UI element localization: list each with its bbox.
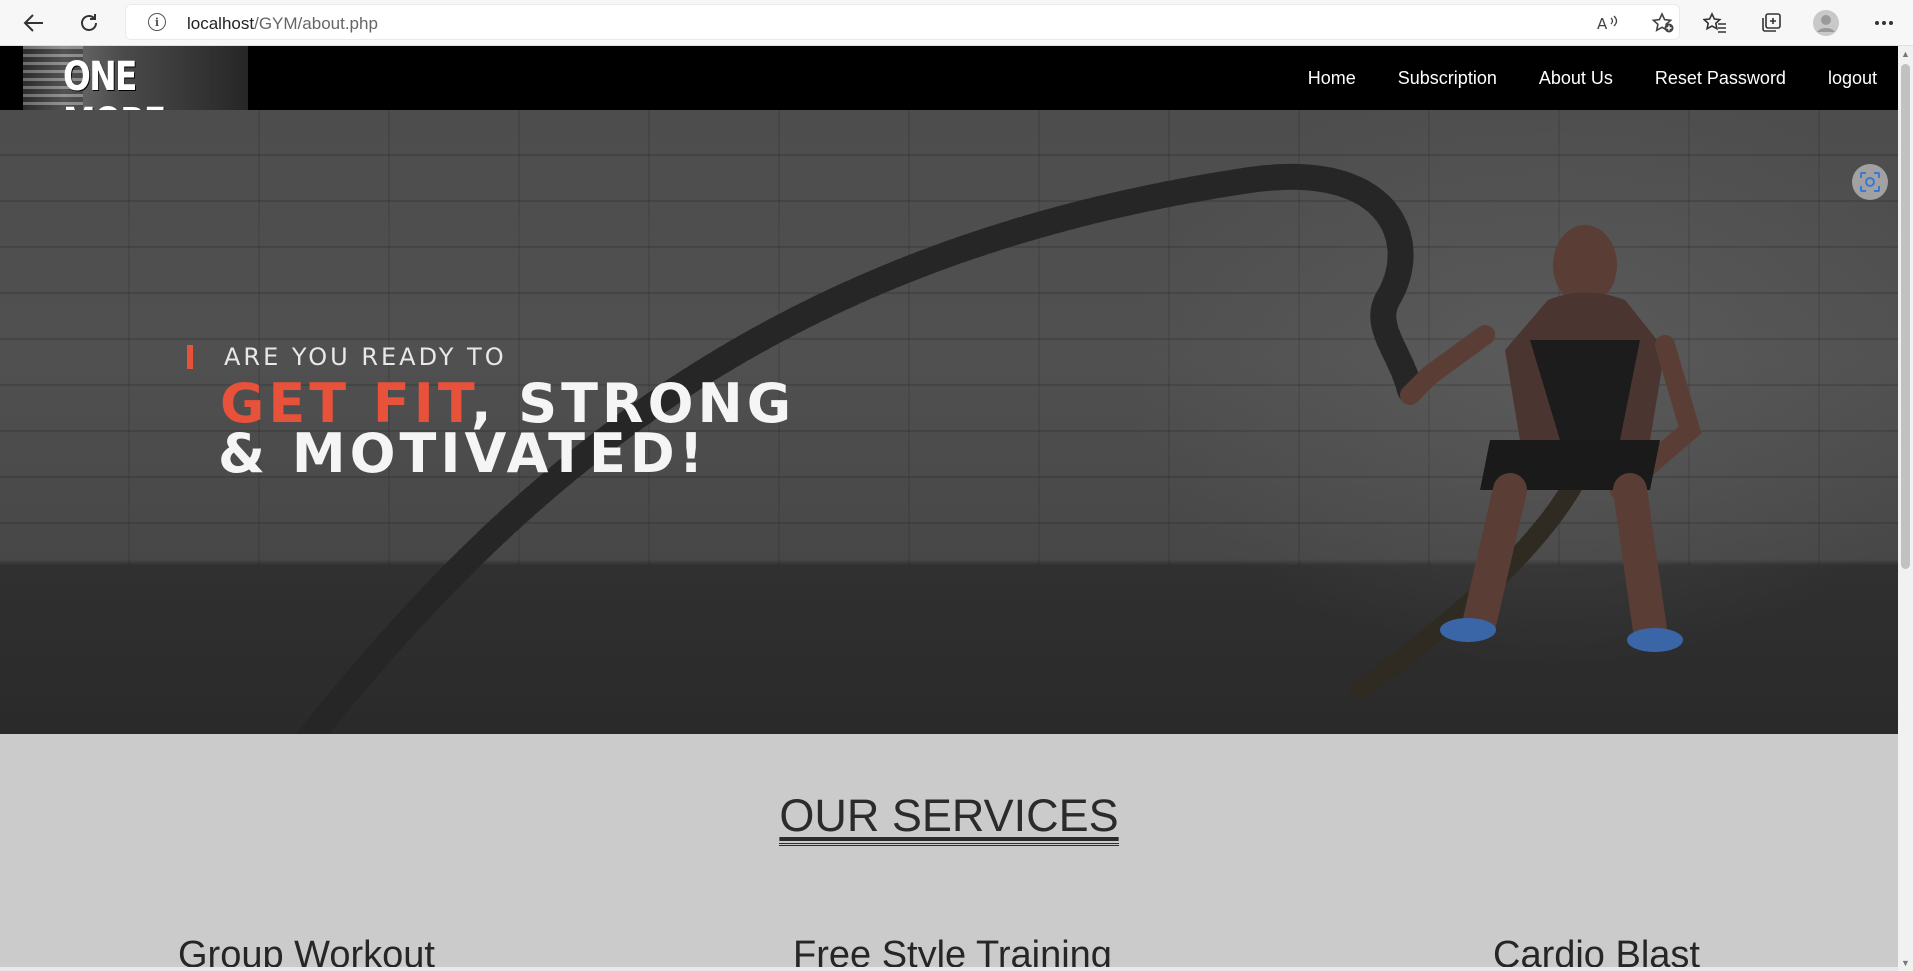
- horizontal-scroll-track: [0, 967, 1898, 971]
- back-icon[interactable]: [18, 8, 50, 38]
- service-group-workout: Group Workout: [178, 934, 435, 971]
- nav-about-us[interactable]: About Us: [1539, 68, 1613, 89]
- more-icon[interactable]: [1868, 8, 1900, 38]
- favorites-icon[interactable]: [1699, 8, 1731, 38]
- svg-text:A: A: [1597, 15, 1608, 32]
- address-bar[interactable]: i localhost/GYM/about.php A: [125, 4, 1680, 40]
- page-viewport: ONE MORE Home Subscription About Us Rese…: [0, 46, 1898, 971]
- add-favorite-icon[interactable]: [1651, 12, 1675, 34]
- scrollbar-thumb[interactable]: [1901, 64, 1910, 569]
- hero-accent-bar: [187, 345, 193, 369]
- scroll-up-icon[interactable]: ▲: [1900, 48, 1911, 60]
- browser-toolbar: i localhost/GYM/about.php A: [0, 0, 1913, 46]
- read-aloud-icon[interactable]: A: [1596, 12, 1620, 34]
- vertical-scrollbar[interactable]: ▲ ▼: [1898, 46, 1913, 971]
- collections-icon[interactable]: [1755, 8, 1787, 38]
- nav-home[interactable]: Home: [1308, 68, 1356, 89]
- nav-subscription[interactable]: Subscription: [1398, 68, 1497, 89]
- nav-logout[interactable]: logout: [1828, 68, 1877, 89]
- profile-icon[interactable]: [1810, 8, 1842, 38]
- hero-tagline: ARE YOU READY TO: [224, 343, 507, 371]
- logo-text: ONE MORE: [63, 54, 166, 110]
- services-heading: OUR SERVICES: [0, 790, 1898, 846]
- nav-reset-password[interactable]: Reset Password: [1655, 68, 1786, 89]
- service-cardio-blast: Cardio Blast: [1493, 934, 1700, 971]
- url-text: localhost/GYM/about.php: [187, 14, 378, 33]
- site-navbar: ONE MORE Home Subscription About Us Rese…: [0, 46, 1898, 110]
- hero-headline-2: & MOTIVATED!: [218, 422, 708, 485]
- refresh-icon[interactable]: [73, 8, 105, 38]
- visual-search-icon[interactable]: [1852, 164, 1888, 200]
- nav-links: Home Subscription About Us Reset Passwor…: [1308, 46, 1898, 110]
- site-logo[interactable]: ONE MORE: [23, 46, 248, 110]
- scroll-down-icon[interactable]: ▼: [1900, 957, 1911, 969]
- hero-banner: ARE YOU READY TO GET FIT, STRONG & MOTIV…: [0, 110, 1898, 734]
- info-icon[interactable]: i: [148, 13, 166, 31]
- service-free-style-training: Free Style Training: [793, 934, 1112, 971]
